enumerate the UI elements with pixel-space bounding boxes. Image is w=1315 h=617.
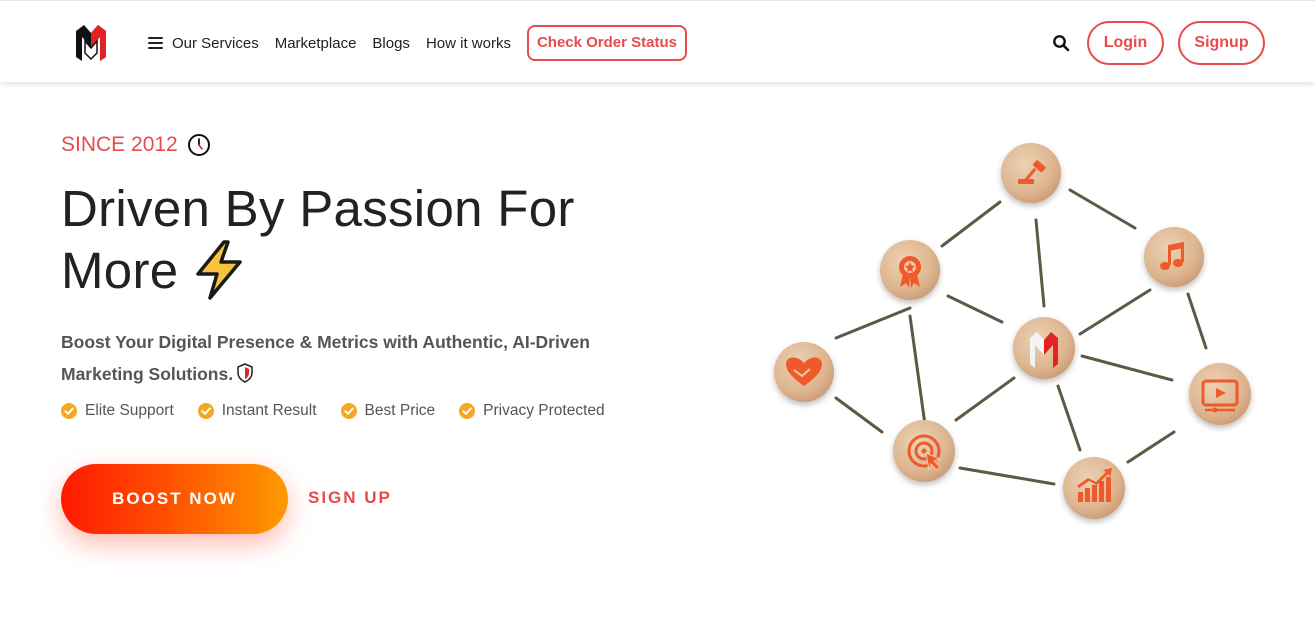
shield-icon (237, 363, 253, 384)
logo-icon[interactable] (74, 23, 108, 63)
check-circle-icon (340, 403, 357, 419)
heart-hands-icon (774, 342, 834, 402)
nav-marketplace[interactable]: Marketplace (275, 35, 357, 52)
music-note-icon (1144, 227, 1204, 287)
clock-icon (187, 134, 210, 156)
boost-now-button[interactable]: BOOST NOW (61, 464, 288, 534)
target-click-icon (893, 420, 955, 482)
hero-subtitle: Boost Your Digital Presence & Metrics wi… (61, 326, 621, 390)
hero-subtitle-text: Boost Your Digital Presence & Metrics wi… (61, 332, 590, 384)
main-nav: Our Services Marketplace Blogs How it wo… (148, 25, 687, 61)
video-play-icon (1189, 363, 1251, 425)
award-badge-icon (880, 240, 940, 300)
hamburger-icon (148, 37, 163, 49)
hero-title: Driven By Passion For More (61, 178, 661, 302)
feature-label: Instant Result (221, 402, 317, 419)
check-circle-icon (197, 403, 214, 419)
feature-label: Best Price (364, 402, 436, 419)
feature-list: Elite Support Instant Result Best Price … (61, 402, 629, 420)
growth-chart-icon (1063, 457, 1125, 519)
feature-item: Best Price (340, 402, 436, 420)
feature-label: Privacy Protected (483, 402, 605, 419)
since-label: SINCE 2012 (61, 133, 211, 157)
nav-blogs[interactable]: Blogs (372, 35, 410, 52)
login-button[interactable]: Login (1087, 21, 1164, 65)
hammer-icon (1001, 143, 1061, 203)
site-header: Our Services Marketplace Blogs How it wo… (0, 0, 1315, 82)
signup-button[interactable]: Signup (1178, 21, 1265, 65)
search-icon[interactable] (1052, 34, 1070, 52)
check-circle-icon (61, 403, 77, 419)
feature-item: Privacy Protected (459, 402, 605, 420)
feature-label: Elite Support (85, 402, 174, 419)
brand-logo-icon (1013, 317, 1075, 379)
check-circle-icon (459, 403, 476, 419)
nav-our-services-label: Our Services (172, 34, 259, 52)
nav-our-services[interactable]: Our Services (148, 35, 259, 52)
since-text: SINCE 2012 (61, 133, 178, 156)
check-order-status-button[interactable]: Check Order Status (526, 25, 687, 61)
nav-how-it-works[interactable]: How it works (426, 35, 511, 52)
network-illustration (774, 143, 1251, 519)
hero-title-text: Driven By Passion For More (61, 180, 575, 299)
sign-up-link[interactable]: SIGN UP (308, 488, 392, 508)
feature-item: Elite Support (61, 402, 174, 420)
feature-item: Instant Result (197, 402, 317, 420)
lightning-bolt-icon (196, 239, 243, 300)
